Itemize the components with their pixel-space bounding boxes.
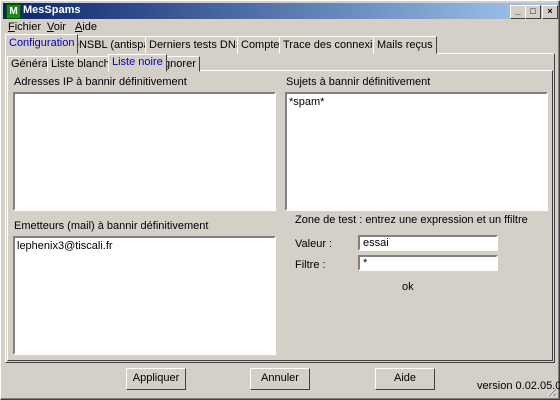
value-label: Valeur : <box>295 238 333 250</box>
apply-button[interactable]: Appliquer <box>126 368 186 390</box>
minimize-button[interactable]: _ <box>510 5 526 19</box>
menu-bar: Fichier Voir Aide <box>3 20 557 36</box>
cancel-button[interactable]: Annuler <box>250 368 310 390</box>
maximize-button[interactable]: □ <box>525 5 541 19</box>
subjects-list-label: Sujets à bannir définitivement <box>286 76 431 88</box>
filter-label: Filtre : <box>295 259 326 271</box>
window-title: MesSpams <box>23 4 81 16</box>
value-input[interactable]: essai <box>358 235 498 251</box>
emitters-list-label: Emetteurs (mail) à bannir définitivement <box>14 220 209 232</box>
menu-fichier[interactable]: Fichier <box>8 21 41 33</box>
app-logo-icon: M <box>6 4 21 19</box>
menu-aide-label: ide <box>82 21 98 33</box>
tab-configuration[interactable]: Configuration <box>5 34 79 54</box>
resize-grip-icon[interactable] <box>547 387 557 397</box>
list-item[interactable]: *spam* <box>289 96 544 108</box>
subtab-liste-noire[interactable]: Liste noire <box>108 54 167 72</box>
title-bar[interactable]: M MesSpams _ □ × <box>3 3 558 19</box>
menu-voir[interactable]: Voir <box>47 21 66 33</box>
menu-voir-accel: V <box>47 21 54 33</box>
filter-input[interactable]: * <box>358 255 498 271</box>
test-result: ok <box>402 281 414 293</box>
tab-mails-recus[interactable]: Mails reçus <box>373 36 437 54</box>
test-zone-label: Zone de test : entrez une expression et … <box>295 214 528 226</box>
ip-list[interactable] <box>13 92 276 211</box>
close-button[interactable]: × <box>542 5 558 19</box>
menu-fichier-label: ichier <box>14 21 42 33</box>
subjects-list[interactable]: *spam* <box>285 92 548 211</box>
help-button[interactable]: Aide <box>375 368 435 390</box>
menu-aide[interactable]: Aide <box>75 21 97 33</box>
list-item[interactable]: lephenix3@tiscali.fr <box>17 240 272 252</box>
ip-list-label: Adresses IP à bannir définitivement <box>14 76 187 88</box>
main-window: M MesSpams _ □ × Fichier Voir Aide Confi… <box>0 0 560 400</box>
emitters-list[interactable]: lephenix3@tiscali.fr <box>13 236 276 355</box>
menu-voir-label: oir <box>53 21 66 33</box>
menu-fichier-accel: F <box>8 21 15 33</box>
